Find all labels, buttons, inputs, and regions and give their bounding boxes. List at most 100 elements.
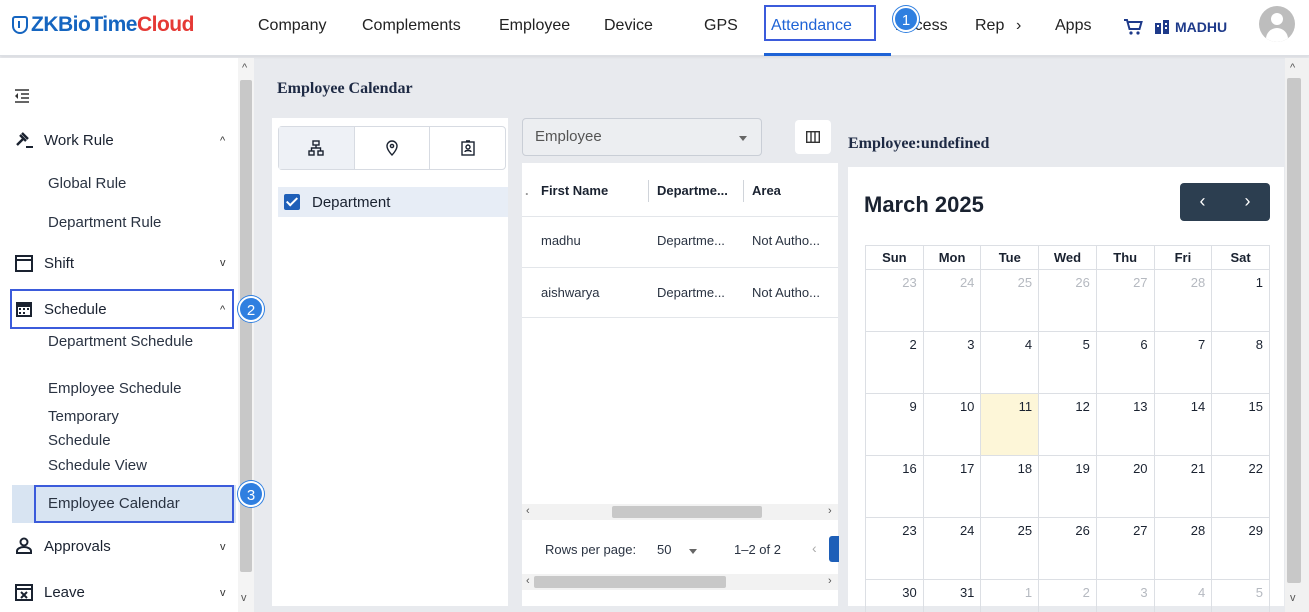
calendar-day[interactable]: 1 bbox=[1211, 269, 1270, 332]
calendar-day[interactable]: 7 bbox=[1153, 331, 1213, 394]
calendar-day[interactable]: 29 bbox=[1211, 517, 1270, 580]
sidebar-group-work-rule[interactable]: Work Rule bbox=[14, 130, 114, 150]
calendar-day[interactable]: 26 bbox=[1038, 269, 1097, 332]
calendar-day[interactable]: 27 bbox=[1095, 269, 1155, 332]
nav-device[interactable]: Device bbox=[604, 16, 653, 36]
tab-area[interactable] bbox=[355, 127, 431, 169]
calendar-day[interactable]: 19 bbox=[1038, 455, 1097, 518]
calendar-day[interactable]: 17 bbox=[922, 455, 982, 518]
column-header-department[interactable]: Departme... bbox=[657, 183, 728, 198]
app-logo[interactable]: ZKBioTime Cloud bbox=[12, 11, 194, 39]
scroll-left-icon[interactable]: ‹ bbox=[526, 575, 530, 587]
calendar-day[interactable]: 4 bbox=[980, 331, 1040, 394]
sidebar-item-department-rule[interactable]: Department Rule bbox=[48, 211, 161, 235]
nav-complements[interactable]: Complements bbox=[362, 16, 461, 36]
calendar-day[interactable]: 27 bbox=[1095, 517, 1155, 580]
chevron-up-icon[interactable]: ^ bbox=[220, 135, 225, 147]
calendar-day-today[interactable]: 11 bbox=[980, 393, 1040, 456]
sidebar-item-temporary-schedule[interactable]: Temporary Schedule bbox=[48, 405, 168, 453]
nav-company[interactable]: Company bbox=[258, 16, 326, 36]
chevron-down-icon[interactable]: v bbox=[220, 587, 226, 599]
calendar-day[interactable]: 1 bbox=[980, 579, 1040, 612]
calendar-day[interactable]: 2 bbox=[1038, 579, 1097, 612]
nav-reports[interactable]: Rep bbox=[975, 16, 1004, 36]
calendar-day[interactable]: 4 bbox=[1153, 579, 1213, 612]
sidebar-item-department-schedule[interactable]: Department Schedule bbox=[48, 330, 198, 354]
calendar-day[interactable]: 3 bbox=[922, 331, 982, 394]
panel-scroll-thumb[interactable] bbox=[534, 576, 726, 588]
tab-department[interactable] bbox=[279, 127, 355, 169]
cell-department[interactable]: Departme... bbox=[657, 285, 725, 300]
sidebar-item-employee-schedule[interactable]: Employee Schedule bbox=[48, 377, 181, 401]
calendar-day[interactable]: 24 bbox=[922, 269, 982, 332]
calendar-day[interactable]: 2 bbox=[865, 331, 924, 394]
sidebar-group-shift[interactable]: Shift bbox=[14, 253, 74, 273]
main-scroll-thumb[interactable] bbox=[1287, 78, 1301, 583]
tab-position[interactable] bbox=[430, 127, 505, 169]
calendar-day[interactable]: 26 bbox=[1038, 517, 1097, 580]
calendar-day[interactable]: 23 bbox=[865, 517, 924, 580]
calendar-day[interactable]: 25 bbox=[980, 269, 1040, 332]
user-name[interactable]: MADHU bbox=[1175, 19, 1227, 35]
sidebar-item-schedule-view[interactable]: Schedule View bbox=[48, 454, 147, 478]
main-scroll-up-icon[interactable]: ^ bbox=[1290, 62, 1295, 74]
calendar-day[interactable]: 12 bbox=[1038, 393, 1097, 456]
table-scroll-thumb[interactable] bbox=[612, 506, 762, 518]
calendar-day[interactable]: 30 bbox=[865, 579, 924, 612]
calendar-day[interactable]: 15 bbox=[1211, 393, 1270, 456]
calendar-day[interactable]: 5 bbox=[1038, 331, 1097, 394]
calendar-day[interactable]: 22 bbox=[1211, 455, 1270, 518]
cell-area[interactable]: Not Autho... bbox=[752, 285, 820, 300]
scroll-left-icon[interactable]: ‹ bbox=[526, 505, 530, 517]
previous-page-icon[interactable]: ‹ bbox=[812, 540, 817, 556]
calendar-day[interactable]: 25 bbox=[980, 517, 1040, 580]
main-scroll-down-icon[interactable]: v bbox=[1290, 592, 1296, 604]
column-header-first-name[interactable]: First Name bbox=[541, 183, 608, 198]
calendar-day[interactable]: 24 bbox=[922, 517, 982, 580]
cell-department[interactable]: Departme... bbox=[657, 233, 725, 248]
calendar-day[interactable]: 3 bbox=[1095, 579, 1155, 612]
calendar-day[interactable]: 16 bbox=[865, 455, 924, 518]
previous-month-button[interactable]: ‹ bbox=[1180, 183, 1225, 221]
calendar-day[interactable]: 9 bbox=[865, 393, 924, 456]
column-divider[interactable] bbox=[743, 180, 744, 202]
column-divider[interactable] bbox=[648, 180, 649, 202]
scroll-right-icon[interactable]: › bbox=[828, 505, 832, 517]
calendar-day[interactable]: 10 bbox=[922, 393, 982, 456]
sidebar-group-approvals[interactable]: Approvals bbox=[14, 536, 111, 556]
calendar-day[interactable]: 28 bbox=[1153, 517, 1213, 580]
cell-area[interactable]: Not Autho... bbox=[752, 233, 820, 248]
checkbox-checked-icon[interactable] bbox=[284, 194, 300, 210]
nav-apps[interactable]: Apps bbox=[1055, 16, 1091, 36]
employee-select[interactable]: Employee bbox=[522, 118, 762, 156]
next-page-button[interactable] bbox=[829, 536, 839, 562]
calendar-day[interactable]: 14 bbox=[1153, 393, 1213, 456]
column-header-area[interactable]: Area bbox=[752, 183, 781, 198]
dropdown-caret-icon[interactable] bbox=[689, 549, 697, 554]
calendar-day[interactable]: 18 bbox=[980, 455, 1040, 518]
sidebar-group-leave[interactable]: Leave bbox=[14, 582, 85, 602]
nav-more-chevron[interactable]: › bbox=[1016, 16, 1021, 36]
nav-employee[interactable]: Employee bbox=[499, 16, 570, 36]
columns-button[interactable] bbox=[795, 120, 831, 154]
sidebar-scroll-down-icon[interactable]: v bbox=[241, 592, 247, 604]
calendar-day[interactable]: 23 bbox=[865, 269, 924, 332]
calendar-day[interactable]: 13 bbox=[1095, 393, 1155, 456]
chevron-down-icon[interactable]: v bbox=[220, 257, 226, 269]
avatar[interactable] bbox=[1259, 6, 1295, 42]
nav-gps[interactable]: GPS bbox=[704, 16, 738, 36]
next-month-button[interactable]: › bbox=[1225, 183, 1270, 221]
cart-icon[interactable] bbox=[1123, 17, 1143, 37]
calendar-day[interactable]: 8 bbox=[1211, 331, 1270, 394]
sidebar-item-global-rule[interactable]: Global Rule bbox=[48, 172, 126, 196]
calendar-day[interactable]: 6 bbox=[1095, 331, 1155, 394]
calendar-day[interactable]: 28 bbox=[1153, 269, 1213, 332]
rows-per-page-select[interactable]: 50 bbox=[657, 542, 671, 557]
calendar-day[interactable]: 5 bbox=[1211, 579, 1270, 612]
calendar-day[interactable]: 20 bbox=[1095, 455, 1155, 518]
collapse-menu-icon[interactable] bbox=[14, 88, 30, 104]
sidebar-scroll-up-icon[interactable]: ^ bbox=[242, 62, 247, 74]
scroll-right-icon[interactable]: › bbox=[828, 575, 832, 587]
tree-item-department[interactable]: Department bbox=[278, 187, 508, 217]
calendar-day[interactable]: 21 bbox=[1153, 455, 1213, 518]
